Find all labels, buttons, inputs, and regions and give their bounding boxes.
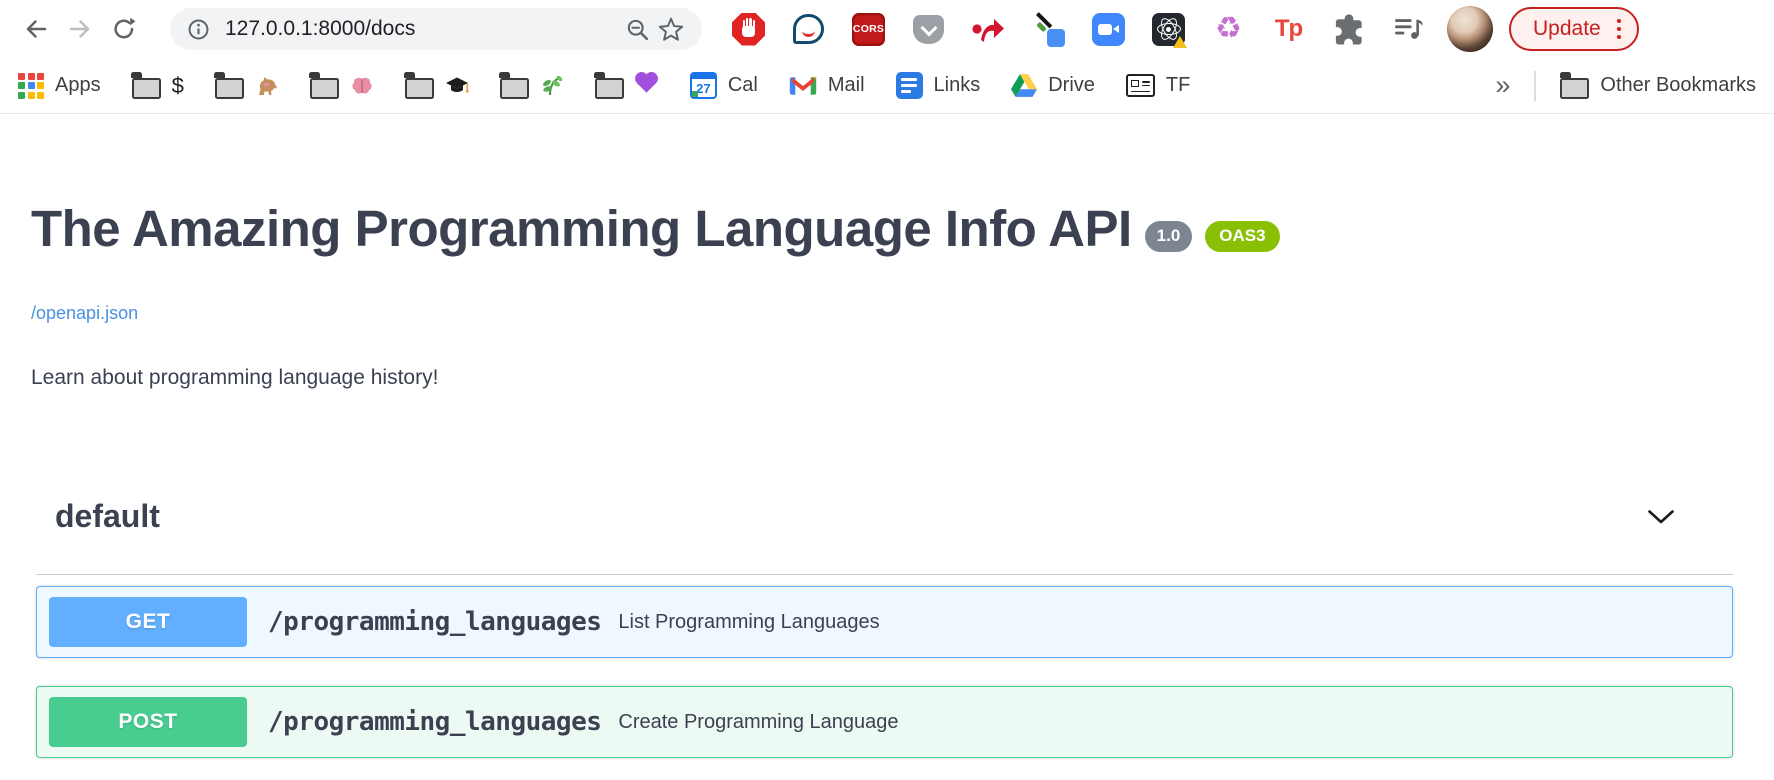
bookmark-folder-dollar[interactable]: $ xyxy=(132,72,184,99)
swagger-docs-page: The Amazing Programming Language Info AP… xyxy=(0,114,1774,758)
video-camera-zoom-extension-icon[interactable] xyxy=(1090,11,1127,48)
tp-extension-icon[interactable]: Tp xyxy=(1270,11,1307,48)
chat-bubble-extension-icon[interactable] xyxy=(790,11,827,48)
bookmarks-bar: Apps $ 27 Cal Mail Links Drive xyxy=(0,58,1774,114)
folder-icon xyxy=(310,78,339,99)
page-title: The Amazing Programming Language Info AP… xyxy=(31,200,1734,257)
extension-icons-area: CORS ♻ Tp xyxy=(730,11,1427,48)
back-arrow-icon xyxy=(23,16,49,42)
section-title: default xyxy=(55,498,160,535)
reload-button[interactable] xyxy=(102,7,146,51)
back-button[interactable] xyxy=(14,7,58,51)
get-method-badge: GET xyxy=(49,597,247,647)
bookmark-tf[interactable]: TF xyxy=(1126,74,1190,97)
cors-extension-icon[interactable]: CORS xyxy=(850,11,887,48)
folder-icon xyxy=(1560,78,1589,99)
openapi-json-link[interactable]: /openapi.json xyxy=(31,303,138,324)
react-devtools-extension-icon[interactable] xyxy=(1150,11,1187,48)
extensions-puzzle-icon[interactable] xyxy=(1330,11,1367,48)
apps-grid-icon xyxy=(18,73,44,99)
oas3-badge: OAS3 xyxy=(1205,221,1279,252)
tf-card-icon xyxy=(1126,74,1155,97)
operation-row-get[interactable]: GET /programming_languages List Programm… xyxy=(36,586,1733,658)
brain-emoji-icon xyxy=(350,74,374,98)
update-button[interactable]: Update xyxy=(1509,7,1639,51)
google-drive-icon xyxy=(1011,74,1037,97)
graduation-cap-emoji-icon xyxy=(445,74,469,98)
zoom-out-icon[interactable] xyxy=(620,12,654,46)
section-default-header[interactable]: default xyxy=(36,498,1733,575)
bookmark-gmail[interactable]: Mail xyxy=(789,74,865,97)
operation-path: /programming_languages xyxy=(268,607,601,637)
operation-row-post[interactable]: POST /programming_languages Create Progr… xyxy=(36,686,1733,758)
google-calendar-icon: 27 xyxy=(690,72,717,99)
address-bar[interactable]: 127.0.0.1:8000/docs xyxy=(170,8,702,50)
bookmarks-divider xyxy=(1534,71,1536,101)
version-badge: 1.0 xyxy=(1145,221,1193,252)
stop-hand-extension-icon[interactable] xyxy=(730,11,767,48)
bookmark-folder-brain[interactable] xyxy=(310,72,374,99)
purple-heart-emoji-icon xyxy=(637,74,655,92)
bookmark-drive[interactable]: Drive xyxy=(1011,74,1095,97)
recycle-extension-icon[interactable]: ♻ xyxy=(1210,11,1247,48)
operation-path: /programming_languages xyxy=(268,707,601,737)
forward-button[interactable] xyxy=(58,7,102,51)
folder-icon xyxy=(500,78,529,99)
chevron-down-icon[interactable] xyxy=(1647,509,1675,525)
folder-icon xyxy=(215,78,244,99)
bookmark-folder-carousel-horse[interactable] xyxy=(215,72,279,99)
bookmark-star-icon[interactable] xyxy=(654,12,688,46)
color-picker-eyedropper-extension-icon[interactable] xyxy=(1030,11,1067,48)
profile-avatar[interactable] xyxy=(1447,6,1493,52)
bookmarks-overflow-chevron[interactable]: » xyxy=(1495,70,1510,101)
operation-summary: Create Programming Language xyxy=(618,711,898,734)
bookmark-folder-graduation-cap[interactable] xyxy=(405,72,469,99)
forward-arrow-icon xyxy=(67,16,93,42)
bookmark-calendar[interactable]: 27 Cal xyxy=(690,72,758,99)
site-info-icon[interactable] xyxy=(186,17,211,42)
browser-toolbar: 127.0.0.1:8000/docs CORS xyxy=(0,0,1774,58)
share-arrow-extension-icon[interactable] xyxy=(970,11,1007,48)
carousel-horse-emoji-icon xyxy=(255,74,279,98)
folder-icon xyxy=(405,78,434,99)
operation-summary: List Programming Languages xyxy=(618,611,879,634)
folder-icon xyxy=(595,78,624,99)
api-description: Learn about programming language history… xyxy=(31,366,1734,390)
pocket-shield-extension-icon[interactable] xyxy=(910,11,947,48)
herb-emoji-icon xyxy=(540,74,564,98)
folder-icon xyxy=(132,78,161,99)
post-method-badge: POST xyxy=(49,697,247,747)
links-doc-icon xyxy=(896,72,923,99)
bookmark-links[interactable]: Links xyxy=(896,72,981,99)
gmail-icon xyxy=(789,75,817,97)
bookmark-apps[interactable]: Apps xyxy=(18,73,101,99)
kebab-menu-icon[interactable] xyxy=(1617,19,1622,40)
other-bookmarks[interactable]: Other Bookmarks xyxy=(1560,72,1756,99)
url-text[interactable]: 127.0.0.1:8000/docs xyxy=(225,17,620,41)
media-playlist-icon[interactable] xyxy=(1390,11,1427,48)
bookmark-folder-herb[interactable] xyxy=(500,72,564,99)
bookmark-folder-purple-heart[interactable] xyxy=(595,72,659,99)
reload-icon xyxy=(111,16,137,42)
